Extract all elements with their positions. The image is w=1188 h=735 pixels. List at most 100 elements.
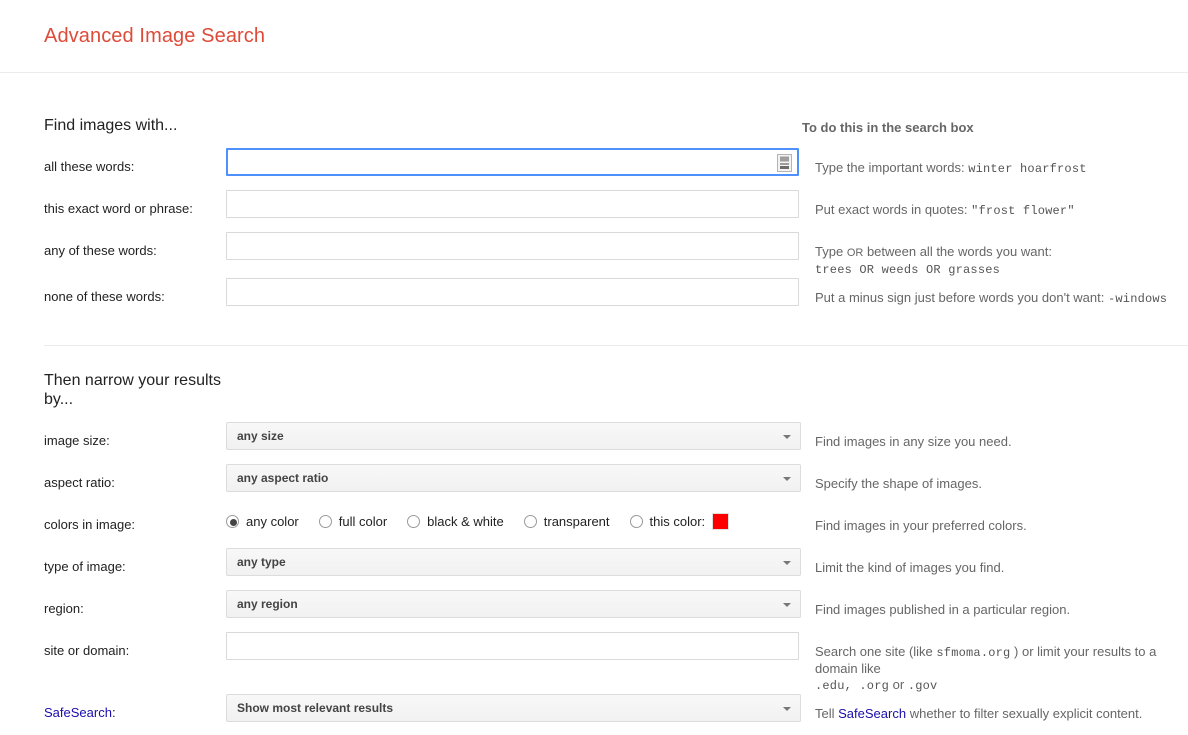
row-image-size: image size: any size Find images in any …: [44, 422, 1188, 464]
chevron-down-icon: [783, 561, 791, 565]
page-title: Advanced Image Search: [44, 25, 266, 47]
hint-text-prefix: Type: [815, 244, 844, 259]
radio-indicator: [226, 514, 239, 528]
hint-any-of-these-words: Type OR between all the words you want: …: [801, 232, 1188, 278]
radio-black-and-white[interactable]: black & white: [407, 514, 504, 529]
chevron-down-icon: [783, 707, 791, 711]
hint-region: Find images published in a particular re…: [815, 602, 1071, 617]
row-safesearch: SafeSearch: Show most relevant results T…: [44, 694, 1188, 735]
safesearch-hint-link[interactable]: SafeSearch: [838, 706, 906, 721]
region-select[interactable]: any region: [226, 590, 801, 618]
label-all-these-words: all these words:: [44, 159, 135, 174]
hint-example-gov: .gov: [907, 679, 938, 693]
row-none-of-these-words: none of these words: Put a minus sign ju…: [44, 278, 1188, 320]
aspect-ratio-value: any aspect ratio: [237, 471, 329, 485]
hint-example: trees OR weeds OR grasses: [815, 263, 1001, 277]
safesearch-select[interactable]: Show most relevant results: [226, 694, 801, 722]
label-colors-in-image: colors in image:: [44, 517, 136, 532]
any-of-these-words-input[interactable]: [226, 232, 799, 260]
type-of-image-select[interactable]: any type: [226, 548, 801, 576]
hint-site-or-domain: Search one site (like sfmoma.org ) or li…: [801, 632, 1188, 694]
field-aspect-ratio: any aspect ratio: [226, 464, 801, 492]
hint-text: Put exact words in quotes:: [815, 202, 968, 217]
radio-any-color[interactable]: any color: [226, 514, 299, 529]
row-aspect-ratio: aspect ratio: any aspect ratio Specify t…: [44, 464, 1188, 506]
label-any-of-these-words: any of these words:: [44, 243, 157, 258]
hint-all-these-words: Type the important words: winter hoarfro…: [801, 148, 1188, 177]
row-region: region: any region Find images published…: [44, 590, 1188, 632]
hint-aspect-ratio: Specify the shape of images.: [815, 476, 982, 491]
image-size-value: any size: [237, 429, 284, 443]
exact-phrase-input[interactable]: [226, 190, 799, 218]
safesearch-link[interactable]: SafeSearch: [44, 705, 112, 720]
label-none-of-these-words: none of these words:: [44, 289, 165, 304]
radio-indicator: [407, 514, 421, 528]
row-exact-phrase: this exact word or phrase: Put exact wor…: [44, 190, 1188, 232]
hint-operator-or: OR: [846, 247, 864, 259]
narrow-results-rows: image size: any size Find images in any …: [44, 422, 1188, 735]
radio-indicator: [523, 514, 537, 528]
radio-indicator: [629, 514, 643, 528]
field-region: any region: [226, 590, 801, 618]
radio-label: full color: [338, 513, 388, 529]
label-region: region:: [44, 601, 84, 616]
field-safesearch: Show most relevant results: [226, 694, 801, 722]
hint-text-a: Tell: [815, 706, 835, 721]
label-type-of-image: type of image:: [44, 559, 126, 574]
page-content: Find images with... all these words: Typ…: [0, 73, 1188, 735]
radio-transparent[interactable]: transparent: [523, 514, 610, 529]
hint-text-b: whether to filter sexually explicit cont…: [909, 706, 1143, 721]
label-colon: :: [111, 705, 116, 720]
hint-example: "frost flower": [971, 204, 1075, 218]
site-or-domain-input[interactable]: [226, 632, 799, 660]
radio-label: any color: [246, 513, 299, 529]
label-site-or-domain: site or domain:: [44, 643, 130, 658]
label-image-size: image size:: [44, 433, 110, 448]
autofill-icon[interactable]: [777, 154, 792, 172]
field-none-of-these-words: [226, 278, 801, 306]
all-these-words-input[interactable]: [226, 148, 799, 176]
radio-indicator: [318, 514, 332, 528]
type-of-image-value: any type: [237, 555, 286, 569]
search-box-hint-heading: To do this in the search box: [802, 120, 974, 135]
field-site-or-domain: [226, 632, 801, 660]
aspect-ratio-select[interactable]: any aspect ratio: [226, 464, 801, 492]
radio-this-color[interactable]: this color:: [629, 512, 730, 530]
hint-text-c: or: [892, 677, 905, 692]
hint-example: winter hoarfrost: [968, 162, 1087, 176]
hint-example-site: sfmoma.org: [936, 646, 1011, 660]
chevron-down-icon: [783, 477, 791, 481]
row-site-or-domain: site or domain: Search one site (like sf…: [44, 632, 1188, 694]
advanced-image-search-page: Advanced Image Search To do this in the …: [0, 0, 1188, 735]
field-colors-in-image: any color full color black & white trans…: [226, 506, 801, 534]
color-swatch[interactable]: [712, 512, 730, 530]
hint-image-size: Find images in any size you need.: [815, 434, 1012, 449]
hint-none-of-these-words: Put a minus sign just before words you d…: [801, 278, 1188, 307]
find-images-rows: all these words: Type the important word…: [44, 148, 1188, 320]
chevron-down-icon: [783, 435, 791, 439]
hint-text: Type the important words:: [815, 160, 965, 175]
row-colors-in-image: colors in image: any color full color bl…: [44, 506, 1188, 548]
hint-colors-in-image: Find images in your preferred colors.: [815, 518, 1027, 533]
none-of-these-words-input[interactable]: [226, 278, 799, 306]
chevron-down-icon: [783, 603, 791, 607]
color-radio-group: any color full color black & white trans…: [226, 506, 801, 534]
field-image-size: any size: [226, 422, 801, 450]
find-images-heading: Find images with...: [44, 117, 178, 134]
field-any-of-these-words: [226, 232, 801, 260]
row-all-these-words: all these words: Type the important word…: [44, 148, 1188, 190]
hint-text: Put a minus sign just before words you d…: [815, 290, 1105, 305]
page-header: Advanced Image Search: [0, 0, 1188, 73]
hint-safesearch: Tell SafeSearch whether to filter sexual…: [801, 694, 1188, 722]
image-size-select[interactable]: any size: [226, 422, 801, 450]
narrow-results-heading: Then narrow your results by...: [44, 372, 221, 408]
hint-text-suffix: between all the words you want:: [866, 244, 1052, 259]
hint-exact-phrase: Put exact words in quotes: "frost flower…: [801, 190, 1188, 219]
hint-type-of-image: Limit the kind of images you find.: [815, 560, 1005, 575]
safesearch-value: Show most relevant results: [237, 701, 394, 715]
row-type-of-image: type of image: any type Limit the kind o…: [44, 548, 1188, 590]
field-exact-phrase: [226, 190, 801, 218]
label-aspect-ratio: aspect ratio:: [44, 475, 115, 490]
row-any-of-these-words: any of these words: Type OR between all …: [44, 232, 1188, 278]
radio-full-color[interactable]: full color: [318, 513, 388, 529]
